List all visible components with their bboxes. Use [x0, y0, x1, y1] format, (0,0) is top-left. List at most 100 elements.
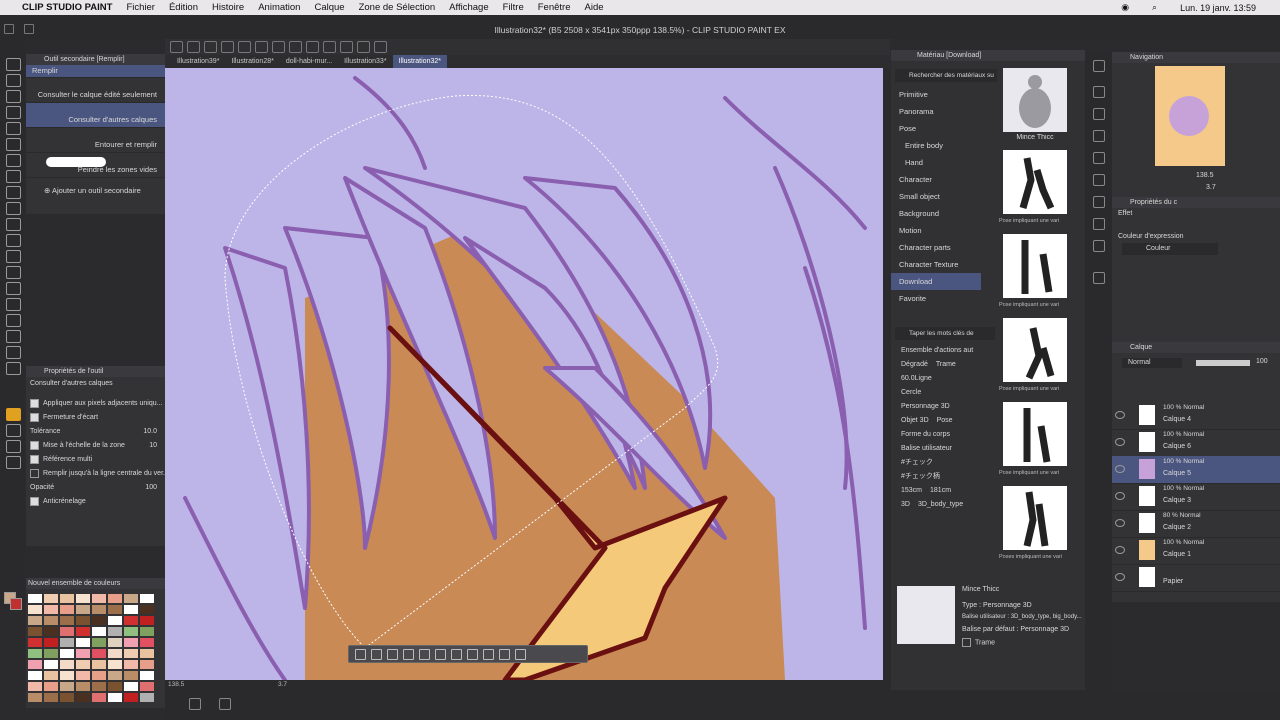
snap-grid-icon[interactable]: [357, 41, 370, 53]
color-swatch[interactable]: [92, 693, 106, 702]
color-swatch[interactable]: [44, 682, 58, 691]
layer-move-tool-icon[interactable]: [6, 456, 21, 469]
color-swatch[interactable]: [92, 671, 106, 680]
color-swatch[interactable]: [108, 671, 122, 680]
panel-icon[interactable]: [1093, 218, 1105, 230]
tab-doll-habi[interactable]: doll-habi-mur...: [280, 55, 338, 68]
prop-value[interactable]: 100: [145, 481, 157, 495]
selection-tool-icon[interactable]: [6, 122, 21, 135]
tag[interactable]: 3D: [897, 498, 914, 512]
shrink-icon[interactable]: [419, 648, 430, 660]
tag[interactable]: Pose: [933, 414, 957, 428]
color-swatch[interactable]: [28, 649, 42, 658]
new-icon[interactable]: [170, 41, 183, 53]
opacity-slider[interactable]: [1196, 360, 1250, 366]
lasso-tool-icon[interactable]: [6, 74, 21, 87]
color-swatch[interactable]: [76, 605, 90, 614]
tab-illustration32[interactable]: Illustration32*: [392, 55, 447, 68]
color-swatch[interactable]: [60, 627, 74, 636]
color-swatch[interactable]: [124, 627, 138, 636]
figure-tool-icon[interactable]: [6, 298, 21, 311]
deselect-icon[interactable]: [355, 648, 366, 660]
color-swatch[interactable]: [124, 649, 138, 658]
eye-icon[interactable]: [1115, 438, 1125, 446]
tag[interactable]: Dégradé: [897, 358, 932, 372]
deselect-icon[interactable]: [289, 41, 302, 53]
layer-row[interactable]: 100 % Normal Calque 3: [1112, 483, 1280, 511]
fill-tool-icon[interactable]: [6, 408, 21, 421]
tag[interactable]: Trame: [932, 358, 960, 372]
color-swatch[interactable]: [140, 605, 154, 614]
color-swatch[interactable]: [92, 660, 106, 669]
checkbox[interactable]: [962, 638, 971, 647]
color-swatch[interactable]: [108, 616, 122, 625]
panel-icon[interactable]: [219, 698, 231, 710]
frame-tool-icon[interactable]: [6, 282, 21, 295]
checkbox[interactable]: [30, 496, 39, 506]
panel-icon[interactable]: [1093, 86, 1105, 98]
color-swatch[interactable]: [124, 638, 138, 647]
panel-icon[interactable]: [1093, 196, 1105, 208]
color-swatch[interactable]: [60, 638, 74, 647]
color-swatch[interactable]: [60, 671, 74, 680]
layer-row[interactable]: Papier: [1112, 564, 1280, 592]
eye-icon[interactable]: [1115, 492, 1125, 500]
clear-icon[interactable]: [435, 648, 446, 660]
transform-icon[interactable]: [451, 648, 462, 660]
color-swatch[interactable]: [28, 594, 42, 603]
operation-tool-icon[interactable]: [6, 440, 21, 453]
color-swatch[interactable]: [140, 649, 154, 658]
tag-search[interactable]: Taper les mots clés de: [895, 327, 995, 340]
text-tool-icon[interactable]: [6, 186, 21, 199]
layer-row[interactable]: 80 % Normal Calque 2: [1112, 510, 1280, 538]
gradient-tool-icon[interactable]: [6, 266, 21, 279]
panel-icon[interactable]: [1093, 130, 1105, 142]
sub-color-swatch[interactable]: [10, 598, 22, 610]
checkbox[interactable]: [30, 398, 39, 408]
color-swatch[interactable]: [140, 660, 154, 669]
save-icon[interactable]: [204, 41, 217, 53]
eye-icon[interactable]: [1115, 546, 1125, 554]
blend-tool-icon[interactable]: [6, 202, 21, 215]
brush-tool-icon[interactable]: [6, 170, 21, 183]
prop-area-scaling[interactable]: Mise à l'échelle de la zone 10: [26, 439, 165, 453]
color-swatch[interactable]: [44, 693, 58, 702]
prop-multi-reference[interactable]: Référence multi: [26, 453, 165, 467]
drawing-canvas[interactable]: [165, 68, 883, 680]
prop-tolerance[interactable]: Tolérance 10.0: [26, 425, 165, 439]
prop-adjacent[interactable]: Appliquer aux pixels adjacents uniqu...: [26, 397, 165, 411]
correct-line-tool-icon[interactable]: [6, 330, 21, 343]
layer-row[interactable]: 100 % Normal Calque 6: [1112, 429, 1280, 457]
tone-icon[interactable]: [499, 648, 510, 660]
color-swatch[interactable]: [92, 594, 106, 603]
eye-icon[interactable]: [1115, 573, 1125, 581]
tag[interactable]: #チェック: [897, 456, 937, 470]
menu-animation[interactable]: Animation: [258, 2, 300, 13]
color-swatch[interactable]: [92, 682, 106, 691]
transform-icon[interactable]: [272, 41, 285, 53]
color-swatch[interactable]: [60, 649, 74, 658]
zoom-readout[interactable]: 138.5: [168, 681, 184, 688]
color-swatch[interactable]: [108, 594, 122, 603]
color-swatch[interactable]: [76, 649, 90, 658]
material-thumb[interactable]: [1003, 486, 1067, 550]
subtool-item-entourer[interactable]: Entourer et remplir: [26, 128, 165, 153]
color-swatch[interactable]: [76, 693, 90, 702]
open-icon[interactable]: [187, 41, 200, 53]
material-thumb[interactable]: [1003, 318, 1067, 382]
color-swatch[interactable]: [108, 627, 122, 636]
expand-icon[interactable]: [403, 648, 414, 660]
layer-row[interactable]: 100 % Normal Calque 4: [1112, 402, 1280, 430]
color-swatch[interactable]: [108, 660, 122, 669]
nav-zoom[interactable]: 138.5: [1196, 172, 1214, 179]
color-swatch[interactable]: [60, 660, 74, 669]
color-swatch[interactable]: [76, 627, 90, 636]
pen-tool-icon[interactable]: [6, 138, 21, 151]
menu-selection[interactable]: Zone de Sélection: [359, 2, 436, 13]
crop-icon[interactable]: [371, 648, 382, 660]
eye-icon[interactable]: [1115, 465, 1125, 473]
tag[interactable]: 60.0Ligne: [897, 372, 936, 386]
color-swatch[interactable]: [124, 616, 138, 625]
invert-icon[interactable]: [387, 648, 398, 660]
clock[interactable]: Lun. 19 janv. 13:59: [1180, 3, 1256, 13]
